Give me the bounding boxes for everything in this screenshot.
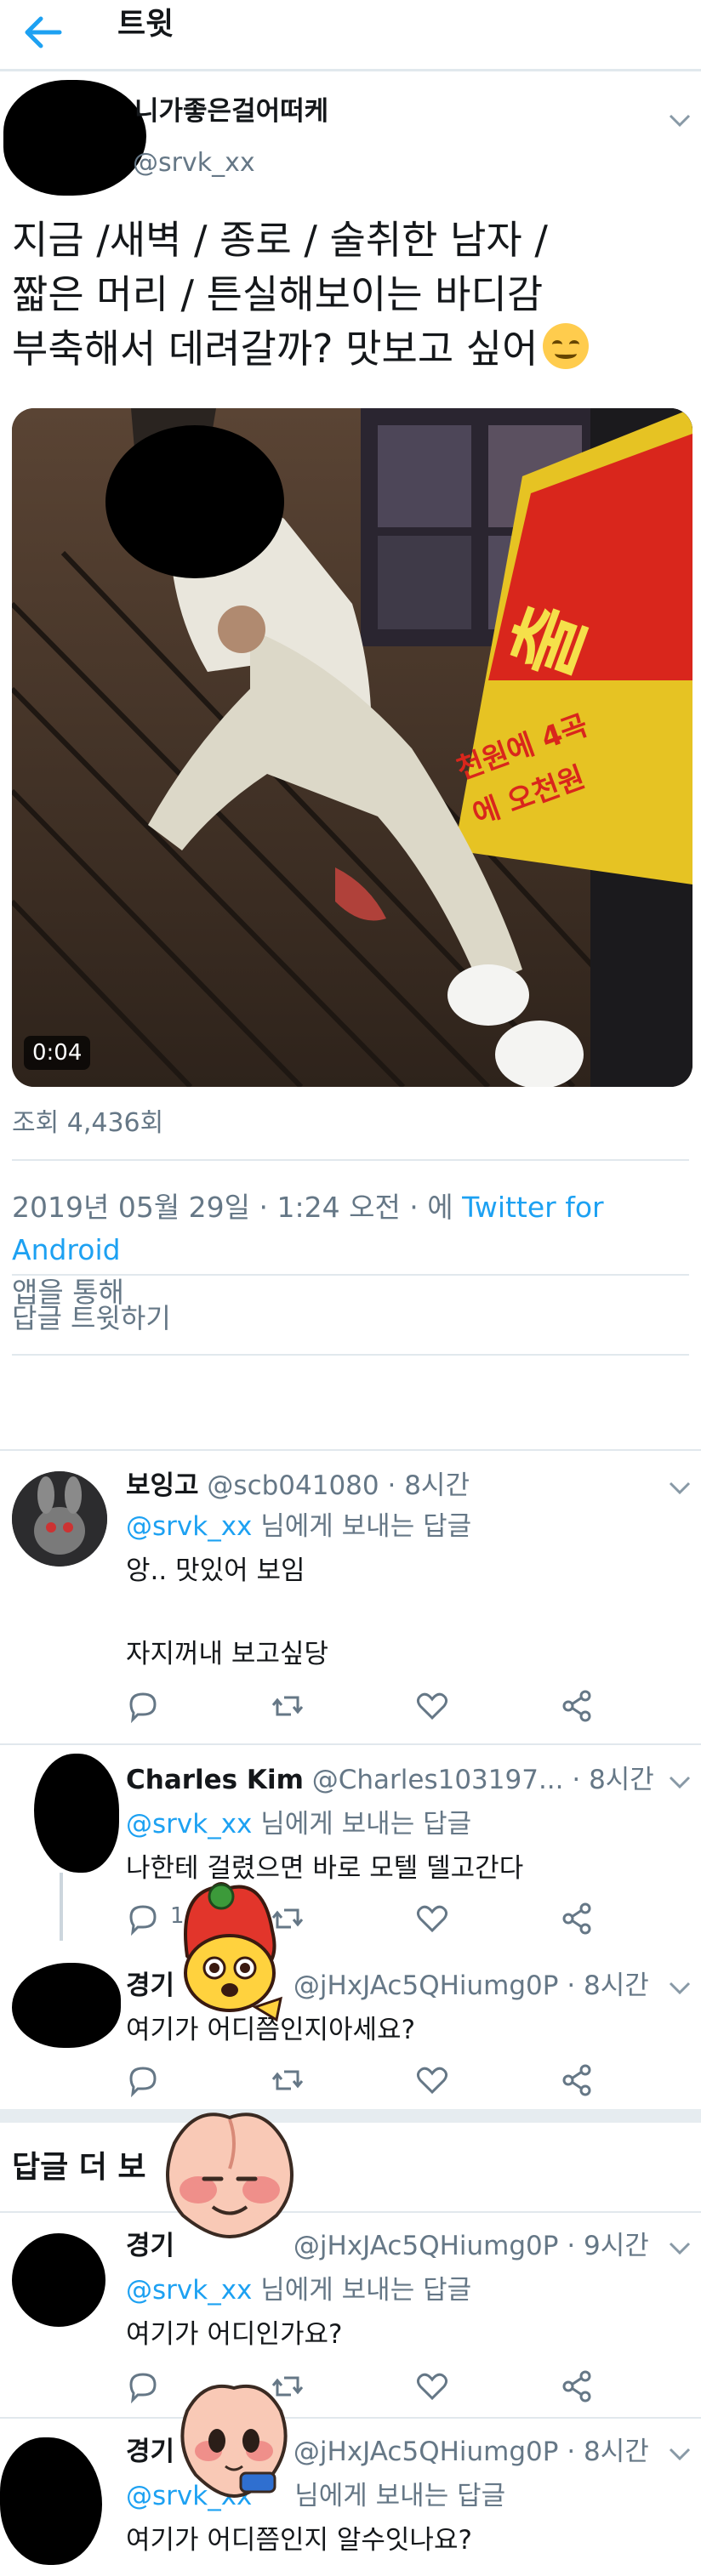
section-gap — [0, 1356, 701, 1449]
reply-item[interactable]: 경기 @jHxJAc5QHiumg0P · 8시간 @srvk_xx 님에게 보… — [0, 2419, 701, 2576]
back-arrow-icon[interactable] — [17, 7, 68, 58]
more-replies-button[interactable]: 답글 더 보 — [12, 2147, 146, 2188]
reply-header: Charles Kim @Charles103197... · 8시간 — [126, 1762, 654, 1798]
reply-actions — [126, 1689, 619, 1723]
avatar-redaction — [12, 1963, 121, 2048]
replying-to: @srvk_xx 님에게 보내는 답글 — [126, 1511, 472, 1542]
like-icon[interactable] — [415, 1902, 449, 1936]
replying-to: @srvk_xx 님에게 보내는 답글 — [126, 2275, 472, 2306]
reply-author-name[interactable]: 경기 — [126, 2437, 174, 2467]
thread-line — [60, 1873, 63, 1941]
avatar-redaction — [12, 2233, 105, 2327]
section-gap — [0, 2109, 701, 2123]
chevron-down-icon[interactable] — [669, 1776, 691, 1789]
share-icon[interactable] — [560, 2369, 594, 2403]
share-icon[interactable] — [560, 2063, 594, 2097]
reply-text: 여기가 어디인가요? — [126, 2319, 343, 2350]
reply-icon[interactable] — [126, 2369, 160, 2403]
grinning-face-emoji-icon — [543, 323, 590, 369]
peach-character-sticker — [180, 2384, 288, 2499]
top-bar: 트윗 — [0, 0, 701, 71]
divider — [12, 1159, 689, 1161]
reply-header: 보잉고 @scb041080 · 8시간 — [126, 1468, 470, 1504]
chevron-down-icon[interactable] — [669, 2448, 691, 2461]
avatar-redaction — [0, 2437, 102, 2565]
avatar[interactable] — [12, 1471, 107, 1567]
tweet-line: 부축해서 데려갈까? 맛보고 싶어 — [12, 321, 692, 376]
reply-icon[interactable] — [126, 1689, 160, 1723]
page-title: 트윗 — [117, 7, 174, 42]
tweet-line: 짧은 머리 / 튼실해보이는 바디감 — [12, 271, 544, 317]
author-handle[interactable]: @srvk_xx — [133, 146, 255, 180]
reply-handle-time: @jHxJAc5QHiumg0P · 8시간 — [293, 1970, 649, 2001]
reply-author-name[interactable]: Charles Kim — [126, 1765, 304, 1795]
reply-text: 앙.. 맛있어 보임 — [126, 1555, 305, 1586]
avatar-redaction — [34, 1754, 119, 1873]
retweet-icon[interactable] — [271, 1689, 305, 1723]
chevron-down-icon[interactable] — [669, 114, 691, 128]
reply-handle-time: @scb041080 · 8시간 — [207, 1470, 470, 1501]
retweet-icon[interactable] — [271, 2063, 305, 2097]
replying-handle-link[interactable]: @srvk_xx — [126, 2275, 252, 2306]
chevron-down-icon[interactable] — [669, 1481, 691, 1495]
reply-author-name[interactable]: 경기 — [126, 1970, 174, 2001]
chevron-down-icon[interactable] — [669, 1982, 691, 1995]
author-name[interactable]: 니가좋은걸어떠케 — [134, 94, 328, 129]
reply-handle-time: @jHxJAc5QHiumg0P · 8시간 — [293, 2437, 649, 2467]
reply-author-name[interactable]: 보잉고 — [126, 1470, 199, 1501]
replying-handle-link[interactable]: @srvk_xx — [126, 1809, 252, 1840]
like-icon[interactable] — [415, 1689, 449, 1723]
replying-handle-link[interactable]: @srvk_xx — [126, 1511, 252, 1542]
reply-tweet-button[interactable]: 답글 트윗하기 — [12, 1299, 171, 1337]
divider — [12, 1274, 689, 1276]
like-icon[interactable] — [415, 2063, 449, 2097]
chevron-down-icon[interactable] — [669, 2242, 691, 2255]
avatar-redaction — [3, 80, 146, 196]
video-player[interactable]: 출 천원에 4곡 에 오천원 — [12, 408, 692, 1087]
tweet-line: 지금 /새벽 / 종로 / 술취한 남자 / — [12, 217, 548, 263]
reply-icon[interactable] — [126, 1902, 160, 1936]
face-redaction — [105, 425, 284, 578]
reply-item[interactable]: 보잉고 @scb041080 · 8시간 @srvk_xx 님에게 보내는 답글… — [0, 1451, 701, 1743]
reply-icon[interactable] — [126, 2063, 160, 2097]
peach-character-sticker — [166, 2113, 294, 2239]
replying-to: @srvk_xx 님에게 보내는 답글 — [126, 1809, 472, 1840]
view-count: 조회 4,436회 — [12, 1108, 164, 1138]
share-icon[interactable] — [560, 1689, 594, 1723]
tweet-meta: 2019년 05월 29일 · 1:24 오전 · 에 Twitter for … — [12, 1186, 684, 1314]
reply-item[interactable]: Charles Kim @Charles103197... · 8시간 @srv… — [0, 1745, 701, 1956]
reply-item[interactable]: 경기 @jHxJAc5QHiumg0P · 8시간 여기가 어디쯤인지아세요? — [0, 1956, 701, 2109]
reply-handle-time: @jHxJAc5QHiumg0P · 9시간 — [293, 2231, 649, 2261]
reply-item[interactable]: 경기 @jHxJAc5QHiumg0P · 9시간 @srvk_xx 님에게 보… — [0, 2213, 701, 2417]
avatar-image — [12, 1471, 107, 1567]
tweet-text: 지금 /새벽 / 종로 / 술취한 남자 / 짧은 머리 / 튼실해보이는 바디… — [12, 213, 692, 376]
reply-actions — [126, 2063, 619, 2097]
reply-text: 여기가 어디쯤인지 알수잇나요? — [126, 2525, 472, 2556]
reply-handle-time: @Charles103197... · 8시간 — [311, 1765, 654, 1795]
share-icon[interactable] — [560, 1902, 594, 1936]
like-icon[interactable] — [415, 2369, 449, 2403]
reply-text: 자지꺼내 보고싶당 — [126, 1639, 329, 1669]
timestamp: 2019년 05월 29일 · 1:24 오전 · 에 — [12, 1191, 463, 1224]
red-hat-character-sticker — [184, 1882, 282, 2022]
video-duration: 0:04 — [24, 1036, 91, 1070]
